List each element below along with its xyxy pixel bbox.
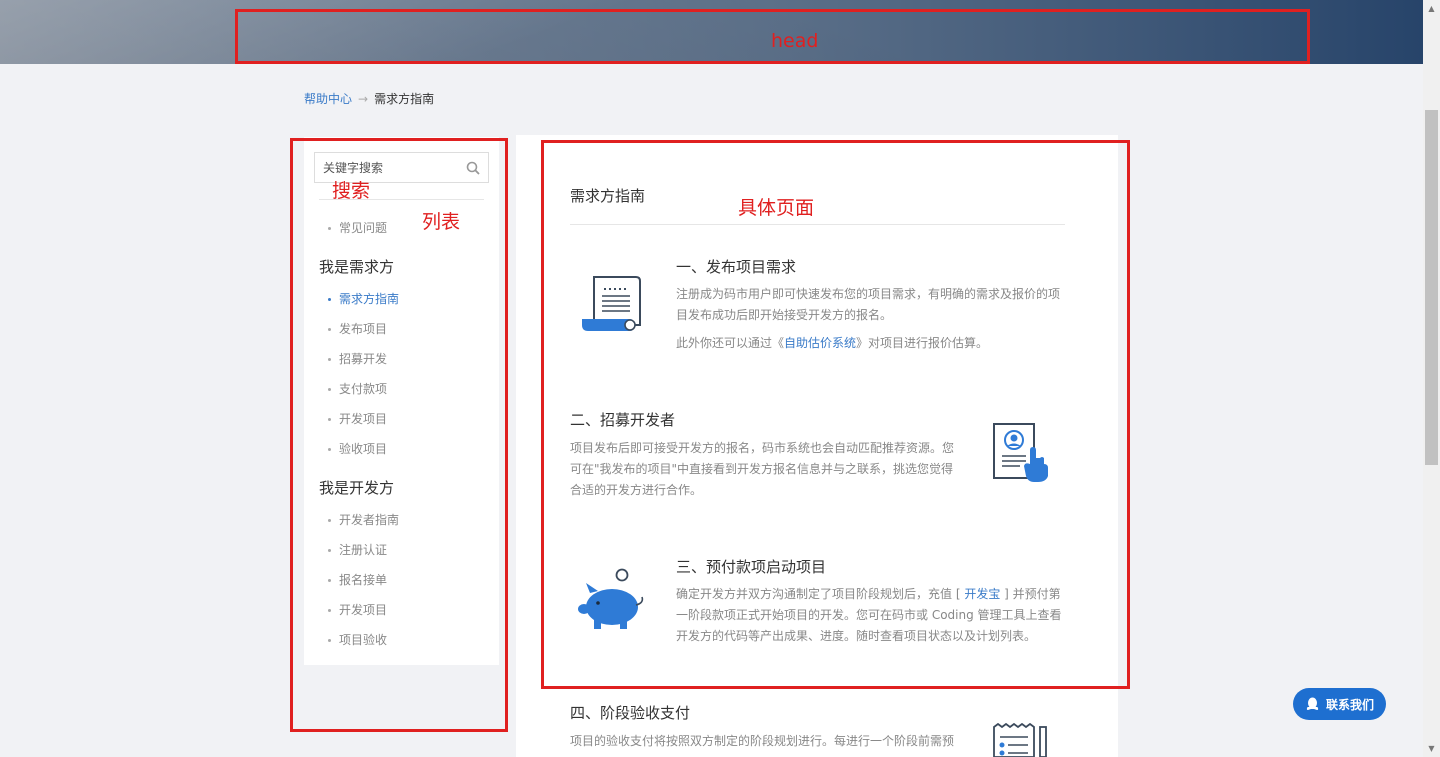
bullet-icon <box>328 609 331 612</box>
bullet-icon <box>328 519 331 522</box>
checklist-invoice-icon <box>993 723 1047 757</box>
bullet-icon <box>328 418 331 421</box>
sidebar-item-publish-project[interactable]: 发布项目 <box>328 320 387 337</box>
sidebar-item-acceptance[interactable]: 验收项目 <box>328 440 387 457</box>
page-title: 需求方指南 <box>570 187 646 205</box>
section-2-text: 项目发布后即可接受开发方的报名，码市系统也会自动匹配推荐资源。您可在"我发布的项… <box>570 441 955 497</box>
sidebar-item-develop[interactable]: 开发项目 <box>328 410 387 427</box>
section-2-title: 二、招募开发者 <box>570 411 676 429</box>
sidebar-item-label: 开发项目 <box>339 603 388 617</box>
self-estimate-link[interactable]: 自助估价系统 <box>784 336 856 350</box>
contact-us-label: 联系我们 <box>1325 697 1374 712</box>
annotation-list-label: 列表 <box>422 211 461 233</box>
bullet-icon <box>328 448 331 451</box>
annotation-search-label: 搜索 <box>332 180 371 202</box>
section-1-text-post: 》对项目进行报价估算。 <box>856 336 989 350</box>
sidebar: 常见问题 我是需求方 需求方指南 发布项目 招募开发 支付款项 开发项目 验收项… <box>304 137 499 665</box>
sidebar-item-label: 招募开发 <box>339 352 388 366</box>
sidebar-item-label: 需求方指南 <box>339 292 400 306</box>
search-icon[interactable] <box>466 161 480 175</box>
sidebar-item-label: 支付款项 <box>339 382 388 396</box>
resume-profile-icon <box>993 423 1048 482</box>
bullet-icon <box>328 227 331 230</box>
sidebar-item-faq[interactable]: 常见问题 <box>328 219 387 236</box>
sidebar-item-label: 常见问题 <box>339 221 388 235</box>
annotation-page-label: 具体页面 <box>738 197 815 219</box>
title-divider <box>570 224 1065 225</box>
sidebar-item-demand-guide[interactable]: 需求方指南 <box>328 290 399 307</box>
sidebar-item-label: 验收项目 <box>339 442 388 456</box>
sidebar-item-project-acceptance[interactable]: 项目验收 <box>328 631 387 648</box>
section-3-text: 确定开发方并双方沟通制定了项目阶段规划后，充值 [ 开发宝 ] 并预付第一阶段款… <box>676 584 1066 647</box>
section-1-title: 一、发布项目需求 <box>676 258 797 276</box>
sidebar-item-recruit[interactable]: 招募开发 <box>328 350 387 367</box>
section-3-text-pre: 确定开发方并双方沟通制定了项目阶段规划后，充值 [ <box>676 587 965 601</box>
bullet-icon <box>328 639 331 642</box>
section-1-text-2: 此外你还可以通过《自助估价系统》对项目进行报价估算。 <box>676 333 1066 354</box>
section-1-text-pre: 此外你还可以通过《 <box>676 336 785 350</box>
sidebar-group-developer: 我是开发方 <box>319 479 395 497</box>
sidebar-item-label: 开发项目 <box>339 412 388 426</box>
sidebar-group-demand: 我是需求方 <box>319 258 395 276</box>
sidebar-item-register[interactable]: 注册认证 <box>328 541 387 558</box>
piggy-bank-icon <box>578 568 644 629</box>
sidebar-item-label: 项目验收 <box>339 633 388 647</box>
breadcrumb-current: 需求方指南 <box>374 92 435 106</box>
breadcrumb-help-center[interactable]: 帮助中心 <box>304 92 352 106</box>
section-4-title: 四、阶段验收支付 <box>570 704 691 722</box>
scrollbar-thumb[interactable] <box>1425 110 1438 465</box>
scroll-down-icon[interactable]: ▼ <box>1423 740 1440 757</box>
header-background <box>0 0 1423 64</box>
scroll-up-icon[interactable]: ▲ <box>1423 0 1440 17</box>
sidebar-item-label: 开发者指南 <box>339 513 400 527</box>
header-banner <box>0 0 1423 64</box>
bullet-icon <box>328 358 331 361</box>
breadcrumb: 帮助中心 → 需求方指南 <box>304 90 434 107</box>
section-4-text: 项目的验收支付将按照双方制定的阶段规划进行。每进行一个阶段前需预 <box>570 734 955 748</box>
content-panel: 需求方指南 一、发布项目需求 注册成为码市用户即可快速发布您的项目需求，有明确的… <box>516 135 1118 757</box>
dev-wallet-link[interactable]: 开发宝 <box>964 587 1000 601</box>
sidebar-item-dev-project[interactable]: 开发项目 <box>328 601 387 618</box>
bullet-icon <box>328 388 331 391</box>
sidebar-item-label: 报名接单 <box>339 573 388 587</box>
bullet-icon <box>328 298 331 301</box>
sidebar-item-label: 发布项目 <box>339 322 388 336</box>
sidebar-item-label: 注册认证 <box>339 543 388 557</box>
qq-penguin-icon <box>1306 697 1319 710</box>
sidebar-item-apply[interactable]: 报名接单 <box>328 571 387 588</box>
sidebar-item-developer-guide[interactable]: 开发者指南 <box>328 511 399 528</box>
section-3-title: 三、预付款项启动项目 <box>676 558 827 576</box>
contact-us-button[interactable]: 联系我们 <box>1293 688 1386 720</box>
breadcrumb-arrow-icon: → <box>358 92 369 106</box>
scroll-document-icon <box>582 276 641 331</box>
bullet-icon <box>328 549 331 552</box>
bullet-icon <box>328 579 331 582</box>
section-1-text: 注册成为码市用户即可快速发布您的项目需求，有明确的需求及报价的项目发布成功后即开… <box>676 287 1061 322</box>
bullet-icon <box>328 328 331 331</box>
sidebar-item-payment[interactable]: 支付款项 <box>328 380 387 397</box>
scrollbar[interactable]: ▲ ▼ <box>1423 0 1440 757</box>
annotation-head-label: head <box>771 30 819 52</box>
